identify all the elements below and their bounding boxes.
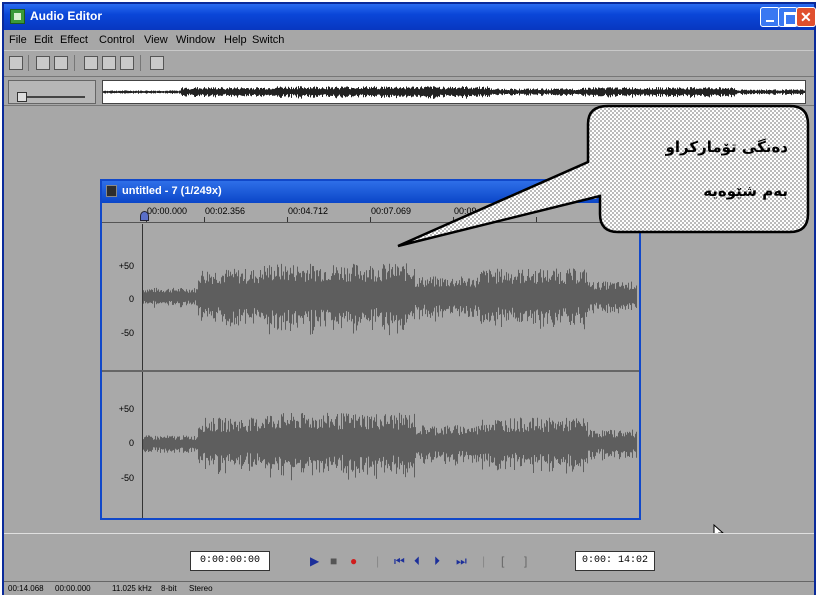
callout-bubble — [397, 104, 810, 248]
callout-text-line1: دەنگی تۆمارکراو — [665, 138, 789, 156]
annotation-callout: دەنگی تۆمارکراو بەم شێوەیە — [397, 104, 810, 248]
callout-text-line2: بەم شێوەیە — [703, 182, 788, 200]
